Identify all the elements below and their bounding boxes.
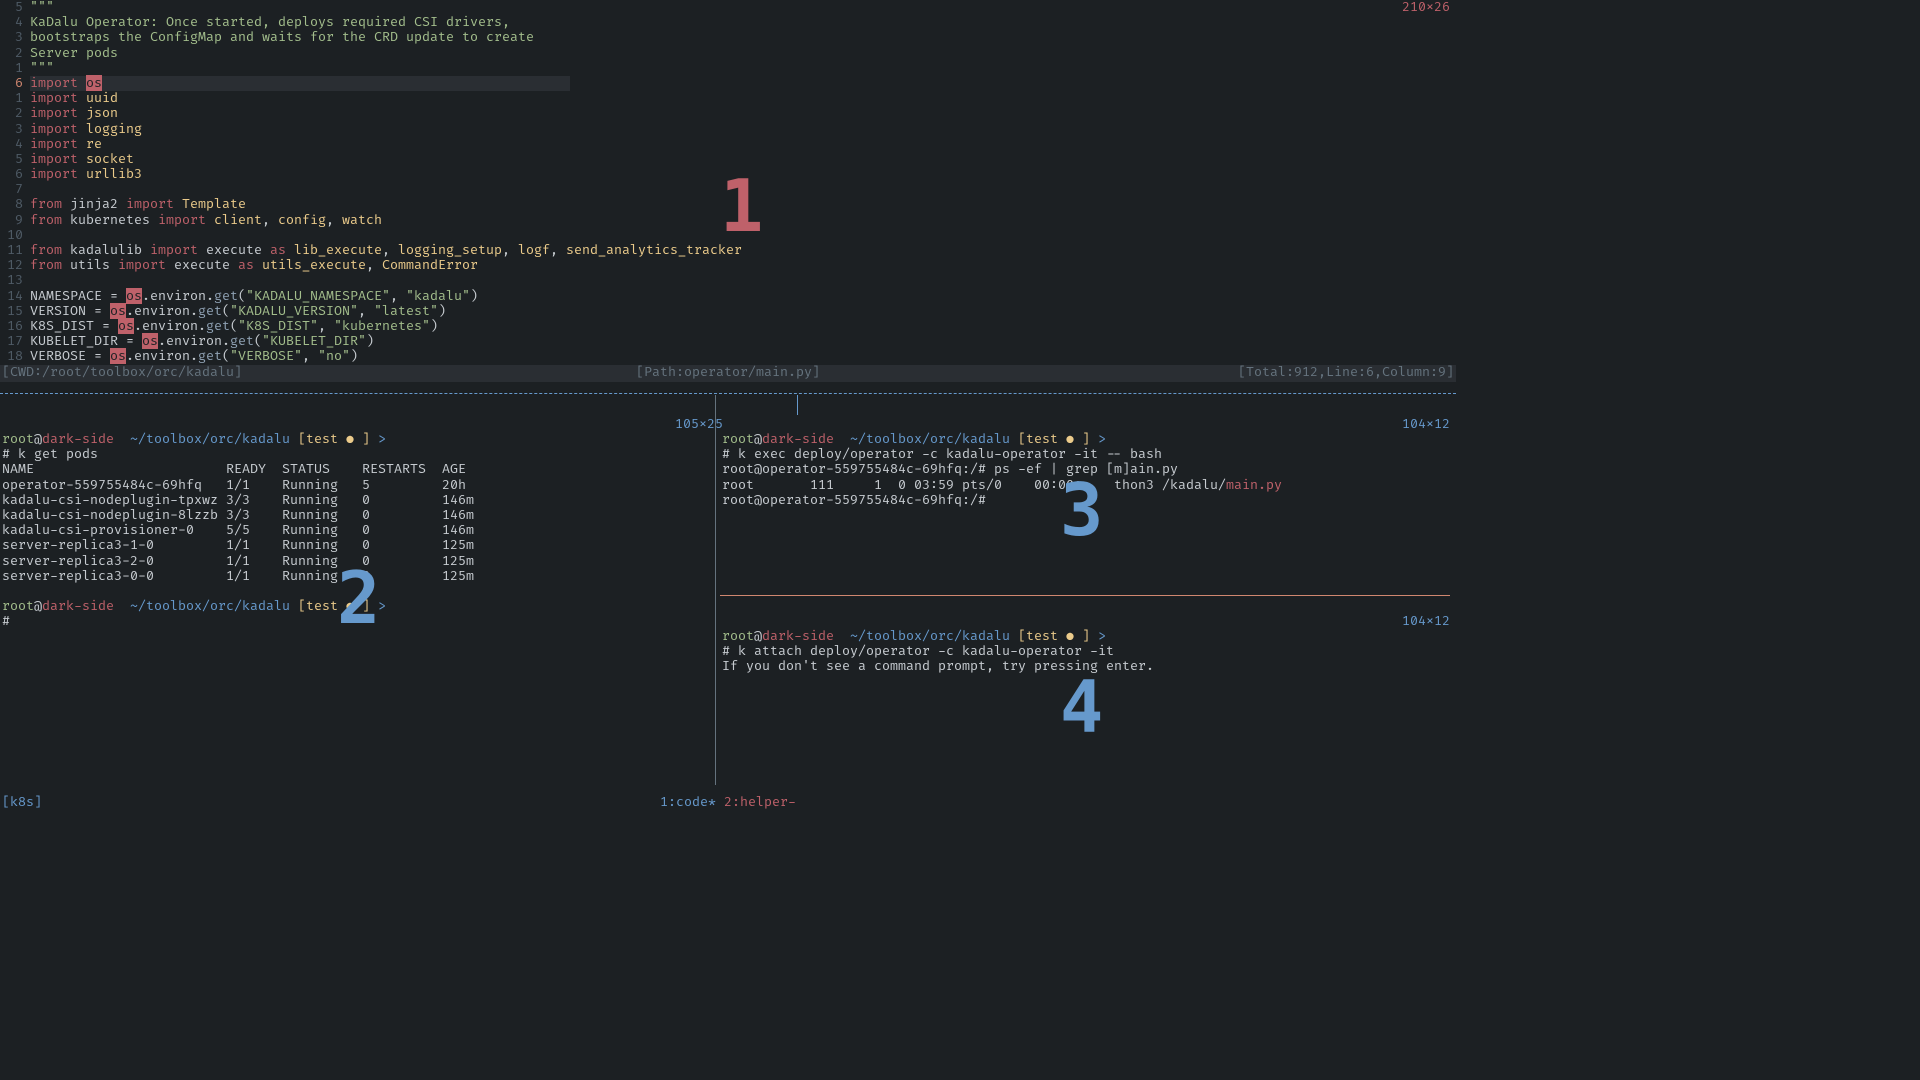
code-area[interactable]: """KaDalu Operator: Once started, deploy… (30, 0, 742, 365)
pane-number-1: 1 (720, 170, 763, 242)
vertical-divider-active (797, 395, 798, 415)
pane2-dimensions: 105x25 (675, 417, 723, 432)
horizontal-divider-right (720, 595, 1450, 596)
pane-number-4: 4 (1060, 671, 1103, 743)
window-1[interactable]: 1:code* (660, 794, 716, 810)
pane3-dimensions: 104x12 (1402, 417, 1450, 432)
window-list: 1:code* 2:helper- (660, 795, 796, 810)
line-number-gutter: 543216123456789101112131415161718 (0, 0, 27, 365)
window-2[interactable]: 2:helper- (716, 794, 796, 810)
session-name: [k8s] (2, 795, 42, 810)
status-cwd: [CWD:/root/toolbox/orc/kadalu] (0, 365, 242, 382)
vertical-divider (715, 395, 716, 785)
editor-status-bar: [CWD:/root/toolbox/orc/kadalu] [Path:ope… (0, 365, 1456, 382)
status-position: [Total:912,Line:6,Column:9] (1238, 365, 1454, 380)
pane-number-3: 3 (1060, 474, 1103, 546)
pane-number-2: 2 (337, 562, 380, 634)
status-path: [Path:operator/main.py] (636, 365, 820, 380)
tmux-status-line: [k8s] 1:code* 2:helper- (0, 795, 1456, 812)
horizontal-divider (0, 393, 1456, 394)
pane-dimensions: 210x26 (1402, 0, 1450, 15)
pane4-dimensions: 104x12 (1402, 614, 1450, 629)
